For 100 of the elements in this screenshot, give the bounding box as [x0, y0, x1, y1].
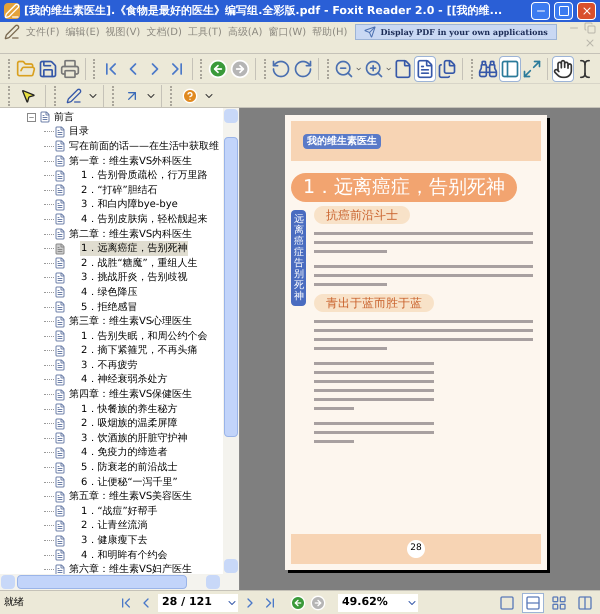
print-icon [60, 58, 80, 78]
chapter-title: 1．远离癌症，告别死神 [291, 173, 518, 202]
bookmark-icon [54, 155, 66, 168]
tree-item[interactable]: 4．免疫力的缔造者 [80, 445, 168, 460]
fullscreen-icon [522, 58, 542, 78]
tree-item[interactable]: 目录 [68, 124, 90, 140]
tree-item[interactable]: 2．“打碎”胆结石 [80, 182, 159, 198]
hand-tool-button[interactable] [552, 56, 574, 82]
hand-tool-icon [552, 58, 573, 78]
close-button[interactable] [577, 2, 596, 20]
collapse-toggle[interactable] [27, 112, 36, 122]
tree-item[interactable]: 4．神经衰弱杀处方 [80, 372, 168, 388]
bookmark-icon [54, 520, 66, 532]
zoom-field[interactable]: 49.62% [338, 594, 418, 612]
maximize-button[interactable] [554, 2, 573, 20]
zoom-out-icon [334, 58, 354, 78]
tree-item[interactable]: 第二章：维生素VS内科医生 [68, 226, 194, 242]
page-layout-icon [499, 594, 515, 610]
tree-item[interactable]: 2．让青丝流淌 [80, 518, 148, 534]
page-fit-icon [437, 58, 458, 78]
open-icon [16, 58, 36, 78]
bookmark-icon [54, 330, 66, 342]
bookmark-icon [54, 476, 66, 488]
tree-item[interactable]: 3．健康瘦下去 [80, 533, 148, 548]
forward-icon[interactable] [310, 594, 326, 610]
save-icon [38, 58, 58, 78]
vertical-scrollbar[interactable] [223, 108, 239, 574]
section-heading: 青出于蓝而胜于蓝 [314, 294, 434, 312]
page-fit-icon [393, 58, 414, 78]
view-mode-button[interactable] [522, 592, 544, 612]
zoom-in-icon [364, 58, 384, 78]
page-fit-icon [415, 58, 436, 78]
bookmark-icon [39, 111, 51, 124]
bookmark-icon [54, 140, 66, 152]
tree-item[interactable]: 写在前面的话——在生活中获取维 [68, 138, 220, 154]
tree-item[interactable]: 1．快餐族的养生秘方 [80, 402, 178, 417]
page-layout-icon [577, 594, 593, 610]
tree-item[interactable]: 第六章：维生素VS妇产医生 [68, 562, 194, 574]
back-icon[interactable] [290, 594, 306, 610]
bookmark-icon [54, 344, 66, 357]
page-number: 28 [407, 540, 425, 558]
forward-icon [230, 58, 250, 78]
page-number-field[interactable]: 28 / 121 [158, 594, 238, 612]
select-tool-icon [20, 88, 36, 104]
bookmark-icon [54, 316, 66, 328]
section-heading: 抗癌前沿斗士 [314, 206, 410, 224]
page-fit-button[interactable] [414, 56, 436, 82]
bookmark-icon [54, 272, 66, 284]
horizontal-scrollbar[interactable] [0, 574, 239, 590]
tree-item[interactable]: 2．吸烟族的温柔屏障 [80, 416, 178, 432]
promo-banner[interactable]: Display PDF in your own applications [355, 24, 557, 40]
tree-item[interactable]: 3．不再疲劳 [80, 358, 138, 373]
tree-item[interactable]: 5．拒绝感冒 [80, 300, 138, 315]
bookmark-icon [54, 388, 66, 401]
bookmark-icon [54, 228, 66, 240]
tree-item[interactable]: 3．饮酒族的肝脏守护神 [80, 430, 188, 446]
bookmark-icon [54, 170, 66, 182]
bookmark-icon [54, 184, 66, 196]
bookmark-icon [54, 213, 66, 226]
minimize-button[interactable] [531, 2, 550, 20]
tree-item[interactable]: 1．告别骨质疏松，行万里路 [80, 168, 208, 184]
tree-item[interactable]: 4．和明眸有个约会 [80, 548, 168, 563]
bookmark-icon [54, 359, 66, 372]
tree-item[interactable]: 5．防衰老的前沿战士 [80, 460, 178, 476]
tree-item[interactable]: 第三章：维生素VS心理医生 [68, 314, 194, 330]
status-text: 就绪 [4, 596, 25, 610]
bookmark-icon [54, 534, 66, 547]
tree-item[interactable]: 前言 [54, 110, 74, 125]
tree-item[interactable]: 1．“战痘”好帮手 [80, 504, 159, 519]
bookmark-icon [54, 257, 66, 270]
back-icon [208, 58, 228, 78]
bookmark-icon [54, 374, 66, 386]
rotate-right-icon [293, 58, 314, 78]
paper-plane-icon [364, 26, 376, 38]
tree-item[interactable]: 6．让便秘“一泻千里” [80, 474, 179, 490]
tree-item[interactable]: 3．挑战肝炎，告别歧视 [80, 270, 188, 286]
tree-item[interactable]: 4．绿色降压 [80, 284, 138, 300]
bookmark-icon [54, 490, 66, 503]
window-title: [我的维生素医生].《食物是最好的医生》编写组.全彩版.pdf - Foxit Reader 2.0 - [[我的维... [24, 2, 504, 19]
tree-item[interactable]: 1．告别失眠，和周公约个会 [80, 328, 208, 344]
maximize-icon [558, 5, 570, 17]
app-icon [4, 3, 20, 19]
bookmark-icon [54, 446, 66, 459]
tree-item[interactable]: 第五章：维生素VS美容医生 [68, 489, 194, 504]
tree-item[interactable]: 4．告别皮肤病，轻松靓起来 [80, 212, 208, 227]
close-icon [580, 5, 592, 17]
tree-item[interactable]: 2．摘下紧箍咒，不再头痛 [80, 343, 198, 358]
bookmark-icon [54, 549, 66, 562]
annotation-tool-icon [66, 88, 82, 104]
help-icon [182, 88, 198, 104]
bookmarks-panel-button[interactable] [499, 56, 522, 82]
tree-item[interactable]: 1．远离癌症，告别死神 [80, 241, 188, 256]
bookmark-icon [54, 462, 66, 474]
bookmark-icon [54, 564, 66, 574]
tree-item[interactable]: 第四章：维生素VS保健医生 [68, 387, 194, 402]
tree-item[interactable]: 3．和白内障bye-bye [80, 197, 179, 212]
bookmark-icon [54, 126, 66, 138]
tree-item[interactable]: 第一章：维生素VS外科医生 [68, 154, 194, 169]
tree-item[interactable]: 2．战胜“糖魔”，重组人生 [80, 256, 199, 271]
bookmark-icon [54, 432, 66, 444]
